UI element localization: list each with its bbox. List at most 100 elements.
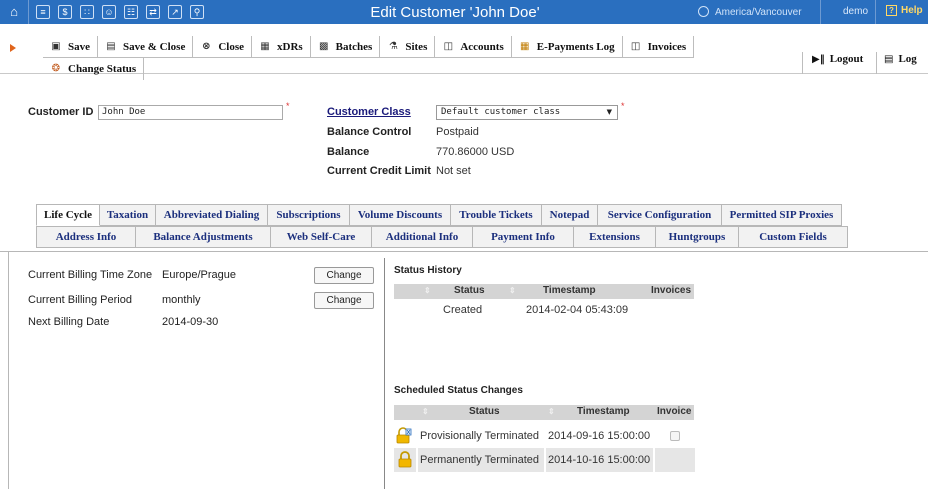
page-title: Edit Customer 'John Doe' bbox=[370, 4, 540, 21]
person-icon[interactable]: ☺ bbox=[102, 5, 116, 19]
e-payments-log-icon: ▦ bbox=[520, 41, 530, 52]
logout-label: Logout bbox=[829, 53, 864, 65]
expand-arrow-icon[interactable] bbox=[10, 44, 16, 52]
dollar-icon[interactable]: $ bbox=[58, 5, 72, 19]
billing-timezone-value: Europe/Prague bbox=[162, 269, 236, 281]
balance-control-value: Postpaid bbox=[436, 126, 479, 138]
change-period-button[interactable]: Change bbox=[314, 292, 374, 309]
customer-id-field[interactable]: John Doe bbox=[98, 105, 283, 120]
xdrs-icon: ▦ bbox=[260, 41, 270, 52]
tab-additional-info[interactable]: Additional Info bbox=[372, 226, 473, 248]
tab-huntgroups[interactable]: Huntgroups bbox=[656, 226, 739, 248]
customer-class-value: Default customer class bbox=[441, 107, 561, 117]
accounts-icon: ◫ bbox=[443, 41, 454, 52]
timestamp-cell: 2014-02-04 05:43:09 bbox=[526, 304, 629, 316]
change-status-button[interactable]: ❂ Change Status bbox=[43, 58, 145, 80]
batches-button[interactable]: ▩ Batches bbox=[311, 36, 381, 58]
tab-row-2: Address Info Balance Adjustments Web Sel… bbox=[36, 226, 848, 248]
divider bbox=[875, 0, 876, 24]
tab-service-configuration[interactable]: Service Configuration bbox=[598, 204, 722, 226]
status-history-title: Status History bbox=[394, 265, 462, 276]
tab-balance-adjustments[interactable]: Balance Adjustments bbox=[136, 226, 271, 248]
column-status[interactable]: Status bbox=[469, 406, 500, 417]
lock-icon bbox=[398, 451, 412, 468]
status-history-header: ⇕ Status ⇕ Timestamp Invoices bbox=[394, 284, 694, 299]
tab-abbreviated-dialing[interactable]: Abbreviated Dialing bbox=[156, 204, 268, 226]
help-link[interactable]: ? Help bbox=[886, 5, 923, 16]
column-timestamp[interactable]: Timestamp bbox=[543, 285, 596, 296]
chevron-down-icon: ▼ bbox=[606, 108, 612, 116]
status-cell: Permanently Terminated bbox=[420, 454, 540, 466]
help-icon: ? bbox=[886, 5, 897, 16]
change-timezone-button[interactable]: Change bbox=[314, 267, 374, 284]
transfer-icon[interactable]: ⇄ bbox=[146, 5, 160, 19]
list-icon[interactable]: ≡ bbox=[36, 5, 50, 19]
e-payments-log-button[interactable]: ▦ E-Payments Log bbox=[512, 36, 623, 58]
invoice-checkbox[interactable] bbox=[670, 431, 680, 441]
tab-payment-info[interactable]: Payment Info bbox=[473, 226, 574, 248]
column-invoices: Invoices bbox=[651, 285, 692, 296]
user-name[interactable]: demo bbox=[843, 6, 868, 17]
column-timestamp[interactable]: Timestamp bbox=[577, 406, 630, 417]
tab-row-1: Life Cycle Taxation Abbreviated Dialing … bbox=[36, 204, 842, 226]
customer-class-select[interactable]: Default customer class ▼ bbox=[436, 105, 618, 120]
balance-control-label: Balance Control bbox=[327, 126, 412, 138]
grid-icon[interactable]: ∷ bbox=[80, 5, 94, 19]
toolbar: ▣ Save ▤ Save & Close ⊗ Close ▦ xDRs ▩ Batche… bbox=[0, 24, 928, 80]
xdrs-button[interactable]: ▦ xDRs bbox=[252, 36, 311, 58]
home-icon[interactable]: ⌂ bbox=[5, 3, 23, 21]
sort-icon[interactable]: ⇕ bbox=[422, 407, 429, 416]
tab-notepad[interactable]: Notepad bbox=[542, 204, 598, 226]
search-icon[interactable]: ⚲ bbox=[190, 5, 204, 19]
tab-life-cycle[interactable]: Life Cycle bbox=[36, 204, 100, 226]
timezone-label: America/Vancouver bbox=[715, 7, 802, 18]
billing-timezone-label: Current Billing Time Zone bbox=[28, 269, 153, 281]
sort-icon[interactable]: ⇕ bbox=[509, 286, 516, 295]
tab-subscriptions[interactable]: Subscriptions bbox=[268, 204, 350, 226]
save-button[interactable]: ▣ Save bbox=[43, 36, 98, 58]
log-icon: ▤ bbox=[884, 53, 894, 65]
tab-extensions[interactable]: Extensions bbox=[574, 226, 656, 248]
toolbar-row-1: ▣ Save ▤ Save & Close ⊗ Close ▦ xDRs ▩ Batche… bbox=[43, 36, 695, 58]
tab-volume-discounts[interactable]: Volume Discounts bbox=[350, 204, 451, 226]
logout-button[interactable]: ▶‖ Logout bbox=[812, 48, 863, 70]
close-button[interactable]: ⊗ Close bbox=[193, 36, 252, 58]
sites-button[interactable]: ⚗ Sites bbox=[380, 36, 436, 58]
invoices-label: Invoices bbox=[647, 41, 687, 53]
timezone-indicator[interactable]: America/Vancouver bbox=[698, 6, 802, 18]
batches-label: Batches bbox=[335, 41, 373, 53]
tab-taxation[interactable]: Taxation bbox=[100, 204, 156, 226]
sites-label: Sites bbox=[405, 41, 428, 53]
xdrs-label: xDRs bbox=[277, 41, 303, 53]
title-bar: ⌂ ≡ $ ∷ ☺ ☷ ⇄ ↗ ⚲ Edit Customer 'John Do… bbox=[0, 0, 928, 24]
save-close-label: Save & Close bbox=[123, 41, 186, 53]
toolbar-row-2: ❂ Change Status bbox=[43, 58, 145, 80]
save-close-button[interactable]: ▤ Save & Close bbox=[98, 36, 194, 58]
save-icon: ▣ bbox=[51, 41, 61, 52]
required-marker: * bbox=[621, 101, 625, 111]
timestamp-cell: 2014-09-16 15:00:00 bbox=[548, 430, 651, 442]
tab-custom-fields[interactable]: Custom Fields bbox=[739, 226, 848, 248]
tab-web-self-care[interactable]: Web Self-Care bbox=[271, 226, 372, 248]
customer-class-link[interactable]: Customer Class bbox=[327, 106, 411, 118]
lock-clock-icon bbox=[396, 427, 412, 444]
divider bbox=[28, 0, 29, 24]
sort-icon[interactable]: ⇕ bbox=[548, 407, 555, 416]
divider bbox=[876, 52, 877, 74]
chart-icon[interactable]: ↗ bbox=[168, 5, 182, 19]
invoices-button[interactable]: ◫ Invoices bbox=[623, 36, 695, 58]
accounts-button[interactable]: ◫ Accounts bbox=[435, 36, 512, 58]
divider bbox=[0, 251, 928, 252]
tab-address-info[interactable]: Address Info bbox=[36, 226, 136, 248]
log-button[interactable]: ▤ Log bbox=[884, 48, 917, 70]
scheduled-status-title: Scheduled Status Changes bbox=[394, 385, 523, 396]
log-label: Log bbox=[898, 53, 917, 65]
sort-icon[interactable]: ⇕ bbox=[424, 286, 431, 295]
tab-trouble-tickets[interactable]: Trouble Tickets bbox=[451, 204, 542, 226]
network-icon[interactable]: ☷ bbox=[124, 5, 138, 19]
invoice-cell-bg bbox=[655, 448, 695, 472]
status-cell: Created bbox=[443, 304, 483, 316]
tab-permitted-sip-proxies[interactable]: Permitted SIP Proxies bbox=[722, 204, 842, 226]
sites-icon: ⚗ bbox=[388, 41, 398, 52]
column-status[interactable]: Status bbox=[454, 285, 485, 296]
